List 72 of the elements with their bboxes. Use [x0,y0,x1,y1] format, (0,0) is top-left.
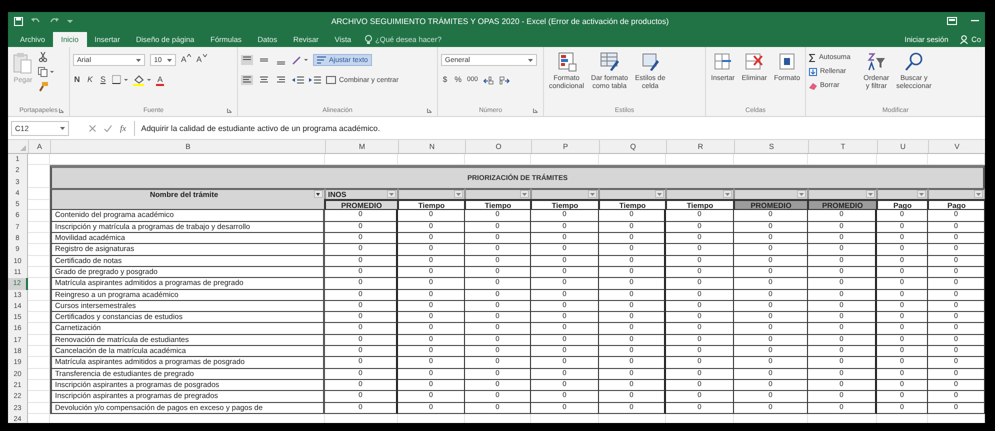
percent-button[interactable]: % [454,74,462,86]
format-cells-icon [777,52,798,72]
caret-icon [136,58,141,62]
table-format-icon [600,52,620,72]
align-center-icon[interactable] [258,75,270,85]
merge-cells-icon [326,76,336,84]
caret-icon [868,192,873,196]
insert-cells-icon [712,52,733,72]
bold-button[interactable]: N [73,74,81,86]
align-right-icon[interactable] [275,75,287,85]
redo-icon[interactable] [49,17,59,25]
increase-indent-icon[interactable] [309,75,321,85]
wrap-text-icon [317,56,326,64]
customize-icon[interactable] [67,18,73,24]
caret-icon [976,192,981,196]
save-icon[interactable] [14,16,23,26]
filter-button[interactable] [314,190,323,198]
caret-icon [725,192,730,196]
caret-icon [919,192,924,196]
orientation-icon[interactable] [292,55,308,65]
cancel-icon[interactable] [89,124,96,132]
caret-icon [456,192,461,196]
caret-icon [202,54,207,57]
align-top-icon[interactable] [241,55,253,65]
currency-button[interactable]: $ [441,74,449,86]
caret-icon [389,192,394,196]
italic-button[interactable]: K [86,74,94,86]
decrease-indent-icon[interactable] [292,75,304,85]
dialog-launcher-icon[interactable] [427,108,432,112]
sigma-icon [809,54,816,62]
borders-icon[interactable] [112,75,128,85]
grow-font-button[interactable]: A [181,54,192,66]
caret-icon [590,192,595,196]
person-icon [960,35,968,44]
cell-style-icon [640,52,660,72]
paintbrush-icon[interactable] [38,82,48,92]
eraser-icon [809,82,817,90]
font-color-button[interactable]: A [156,74,164,86]
increase-decimal-icon[interactable] [482,76,494,84]
copy-icon[interactable] [38,67,54,77]
shrink-font-button[interactable]: A [196,54,207,66]
dialog-launcher-icon[interactable] [533,108,538,112]
caret-icon [522,192,527,196]
lightbulb-icon [365,35,372,44]
clipboard-icon [13,52,33,74]
decrease-decimal-icon[interactable] [498,76,510,84]
conditional-format-icon [556,52,577,72]
checkmark-icon[interactable] [104,124,112,132]
formula-field[interactable]: Adquirir la calidad de estudiante activo de un programa académico. [134,120,982,136]
caret-icon [528,58,533,62]
caret-icon [799,192,804,196]
select-all-icon[interactable] [20,145,26,151]
sort-filter-icon [866,52,886,72]
caret-icon [657,192,662,196]
scissors-icon[interactable] [38,52,48,62]
ribbon-display-icon[interactable] [947,17,957,25]
sort-icon [316,192,321,197]
caret-icon [187,54,192,57]
minimize-icon[interactable] [971,20,979,22]
fill-color-icon[interactable] [133,74,151,86]
dialog-launcher-icon[interactable] [59,108,64,112]
underline-button[interactable]: S [99,74,107,86]
undo-icon[interactable] [31,17,41,25]
caret-icon [60,126,65,130]
delete-cells-icon [744,52,764,72]
search-icon [904,52,924,72]
window-title: ARCHIVO SEGUIMIENTO TRÁMITES Y OPAS 2020 - Excel (Error de activación de productos) [330,16,670,26]
caret-icon [167,58,172,62]
insert-function-button[interactable]: fx [120,123,126,133]
dialog-launcher-icon[interactable] [227,108,232,112]
align-left-icon[interactable] [241,75,253,85]
fill-down-icon [809,68,817,76]
